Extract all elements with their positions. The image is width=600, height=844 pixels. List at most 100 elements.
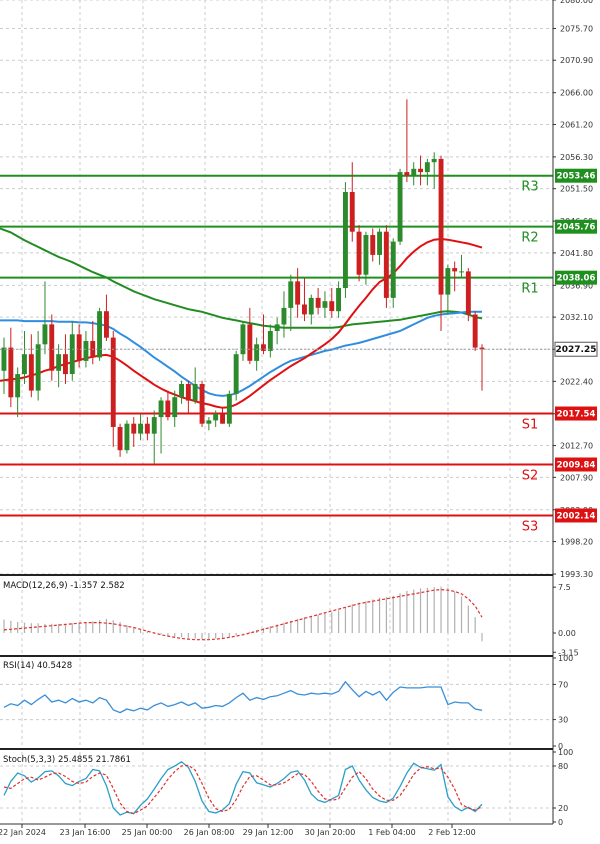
candle-body xyxy=(363,235,369,275)
candle-body xyxy=(329,301,335,312)
candle-body xyxy=(438,158,444,295)
stoch-tick-label: 100 xyxy=(558,748,573,757)
candle-body xyxy=(465,271,471,315)
price-tick-label: 1993.30 xyxy=(560,570,593,579)
candle-body xyxy=(124,423,130,451)
candle-body xyxy=(76,334,82,361)
price-tick-label: 2041.80 xyxy=(560,249,593,258)
level-price-tag: 2038.06 xyxy=(557,274,596,284)
rsi-tick-label: 70 xyxy=(558,680,568,689)
candle-body xyxy=(1,347,7,371)
candle-body xyxy=(261,344,266,351)
candle-body xyxy=(213,413,219,421)
candle-body xyxy=(404,172,410,176)
level-price-tag: 2045.76 xyxy=(557,223,596,233)
time-tick-label: 23 Jan 16:00 xyxy=(60,828,111,837)
candle-body xyxy=(151,417,157,434)
price-tick-label: 2012.70 xyxy=(560,442,593,451)
candle-body xyxy=(104,311,109,338)
candle-body xyxy=(69,334,75,374)
candle-body xyxy=(452,268,458,272)
candle-body xyxy=(254,344,260,361)
trading-chart: R3 R2 R1 S1 S2 S3 2080.00 2075.70 2070.90 2066.0… xyxy=(0,0,600,840)
candle-body xyxy=(144,423,150,434)
candle-body xyxy=(472,314,478,348)
level-name-r2: R2 xyxy=(521,231,538,246)
candle-body xyxy=(158,400,164,418)
candle-body xyxy=(418,168,423,173)
price-tick-label: 1998.20 xyxy=(560,538,593,547)
candle-body xyxy=(206,420,212,424)
candle-body xyxy=(445,268,451,295)
candle-body xyxy=(15,374,21,398)
candle-body xyxy=(192,384,198,401)
candle-body xyxy=(288,281,294,308)
time-tick-label: 25 Jan 00:00 xyxy=(122,828,173,837)
candle-body xyxy=(172,397,178,418)
candle-body xyxy=(35,344,41,391)
price-tick-label: 2032.10 xyxy=(560,313,593,322)
candle-body xyxy=(138,423,143,434)
stoch-label: Stoch(5,3,3) 25.4855 21.7861 xyxy=(3,755,131,765)
time-tick-label: 22 Jan 2024 xyxy=(0,828,46,837)
level-name-r3: R3 xyxy=(521,180,538,195)
price-tick-label: 2022.40 xyxy=(560,377,593,386)
candle-body xyxy=(315,297,321,308)
candle-body xyxy=(308,297,314,315)
candle-body xyxy=(274,324,280,331)
candle-body xyxy=(424,162,430,173)
candle-body xyxy=(459,271,464,273)
price-tick-label: 2066.00 xyxy=(560,89,593,98)
candle-body xyxy=(117,427,123,451)
time-tick-label: 26 Jan 08:00 xyxy=(184,828,235,837)
candle-body xyxy=(322,301,328,308)
candle-body xyxy=(185,384,191,401)
time-tick-label: 1 Feb 04:00 xyxy=(368,828,415,837)
candle-body xyxy=(356,231,362,275)
candle-body xyxy=(295,281,301,305)
price-tick-label: 2051.50 xyxy=(560,185,593,194)
candle-body xyxy=(226,393,232,424)
candle-body xyxy=(302,304,307,315)
candle-body xyxy=(336,288,341,312)
candle-body xyxy=(233,354,239,394)
candle-body xyxy=(110,337,116,427)
candle-body xyxy=(383,231,389,298)
current-price-label: 2027.25 xyxy=(556,345,597,355)
price-tick-label: 2061.20 xyxy=(560,120,593,129)
macd-tick-label: 7.5 xyxy=(558,583,571,592)
candle-body xyxy=(390,241,396,298)
chart-svg: R3 R2 R1 S1 S2 S3 2080.00 2075.70 2070.90 2066.0… xyxy=(0,0,600,840)
price-tick-label: 2080.00 xyxy=(560,0,593,5)
candle-body xyxy=(370,235,376,255)
level-price-tag: 2002.14 xyxy=(557,511,596,521)
rsi-tick-label: 30 xyxy=(558,716,568,725)
price-tick-label: 2075.70 xyxy=(560,24,593,33)
time-tick-label: 29 Jan 12:00 xyxy=(243,828,294,837)
candle-body xyxy=(179,384,184,398)
stoch-tick-label: 20 xyxy=(558,804,568,813)
level-price-tag: 2053.46 xyxy=(557,172,596,182)
candle-body xyxy=(349,192,355,232)
stoch-tick-label: 80 xyxy=(558,762,568,771)
candle-body xyxy=(220,413,225,424)
stoch-tick-label: 0 xyxy=(558,818,563,827)
level-price-tag: 2009.84 xyxy=(557,460,596,470)
candle-body xyxy=(28,354,34,391)
candle-body xyxy=(165,400,171,418)
level-name-s2: S2 xyxy=(522,468,539,483)
level-name-r1: R1 xyxy=(521,282,538,297)
candle-body xyxy=(83,341,89,361)
price-tick-label: 2070.90 xyxy=(560,56,593,65)
candle-body xyxy=(49,324,55,371)
level-name-s1: S1 xyxy=(522,418,539,433)
candle-body xyxy=(411,168,417,176)
candle-body xyxy=(267,331,273,351)
price-tick-label: 2056.30 xyxy=(560,153,593,162)
candle-body xyxy=(431,158,437,163)
price-tick-label: 2007.90 xyxy=(560,473,593,482)
candle-body xyxy=(8,347,14,398)
candle-body xyxy=(42,324,48,345)
rsi-label: RSI(14) 40.5428 xyxy=(3,661,72,671)
candle-body xyxy=(56,354,62,371)
